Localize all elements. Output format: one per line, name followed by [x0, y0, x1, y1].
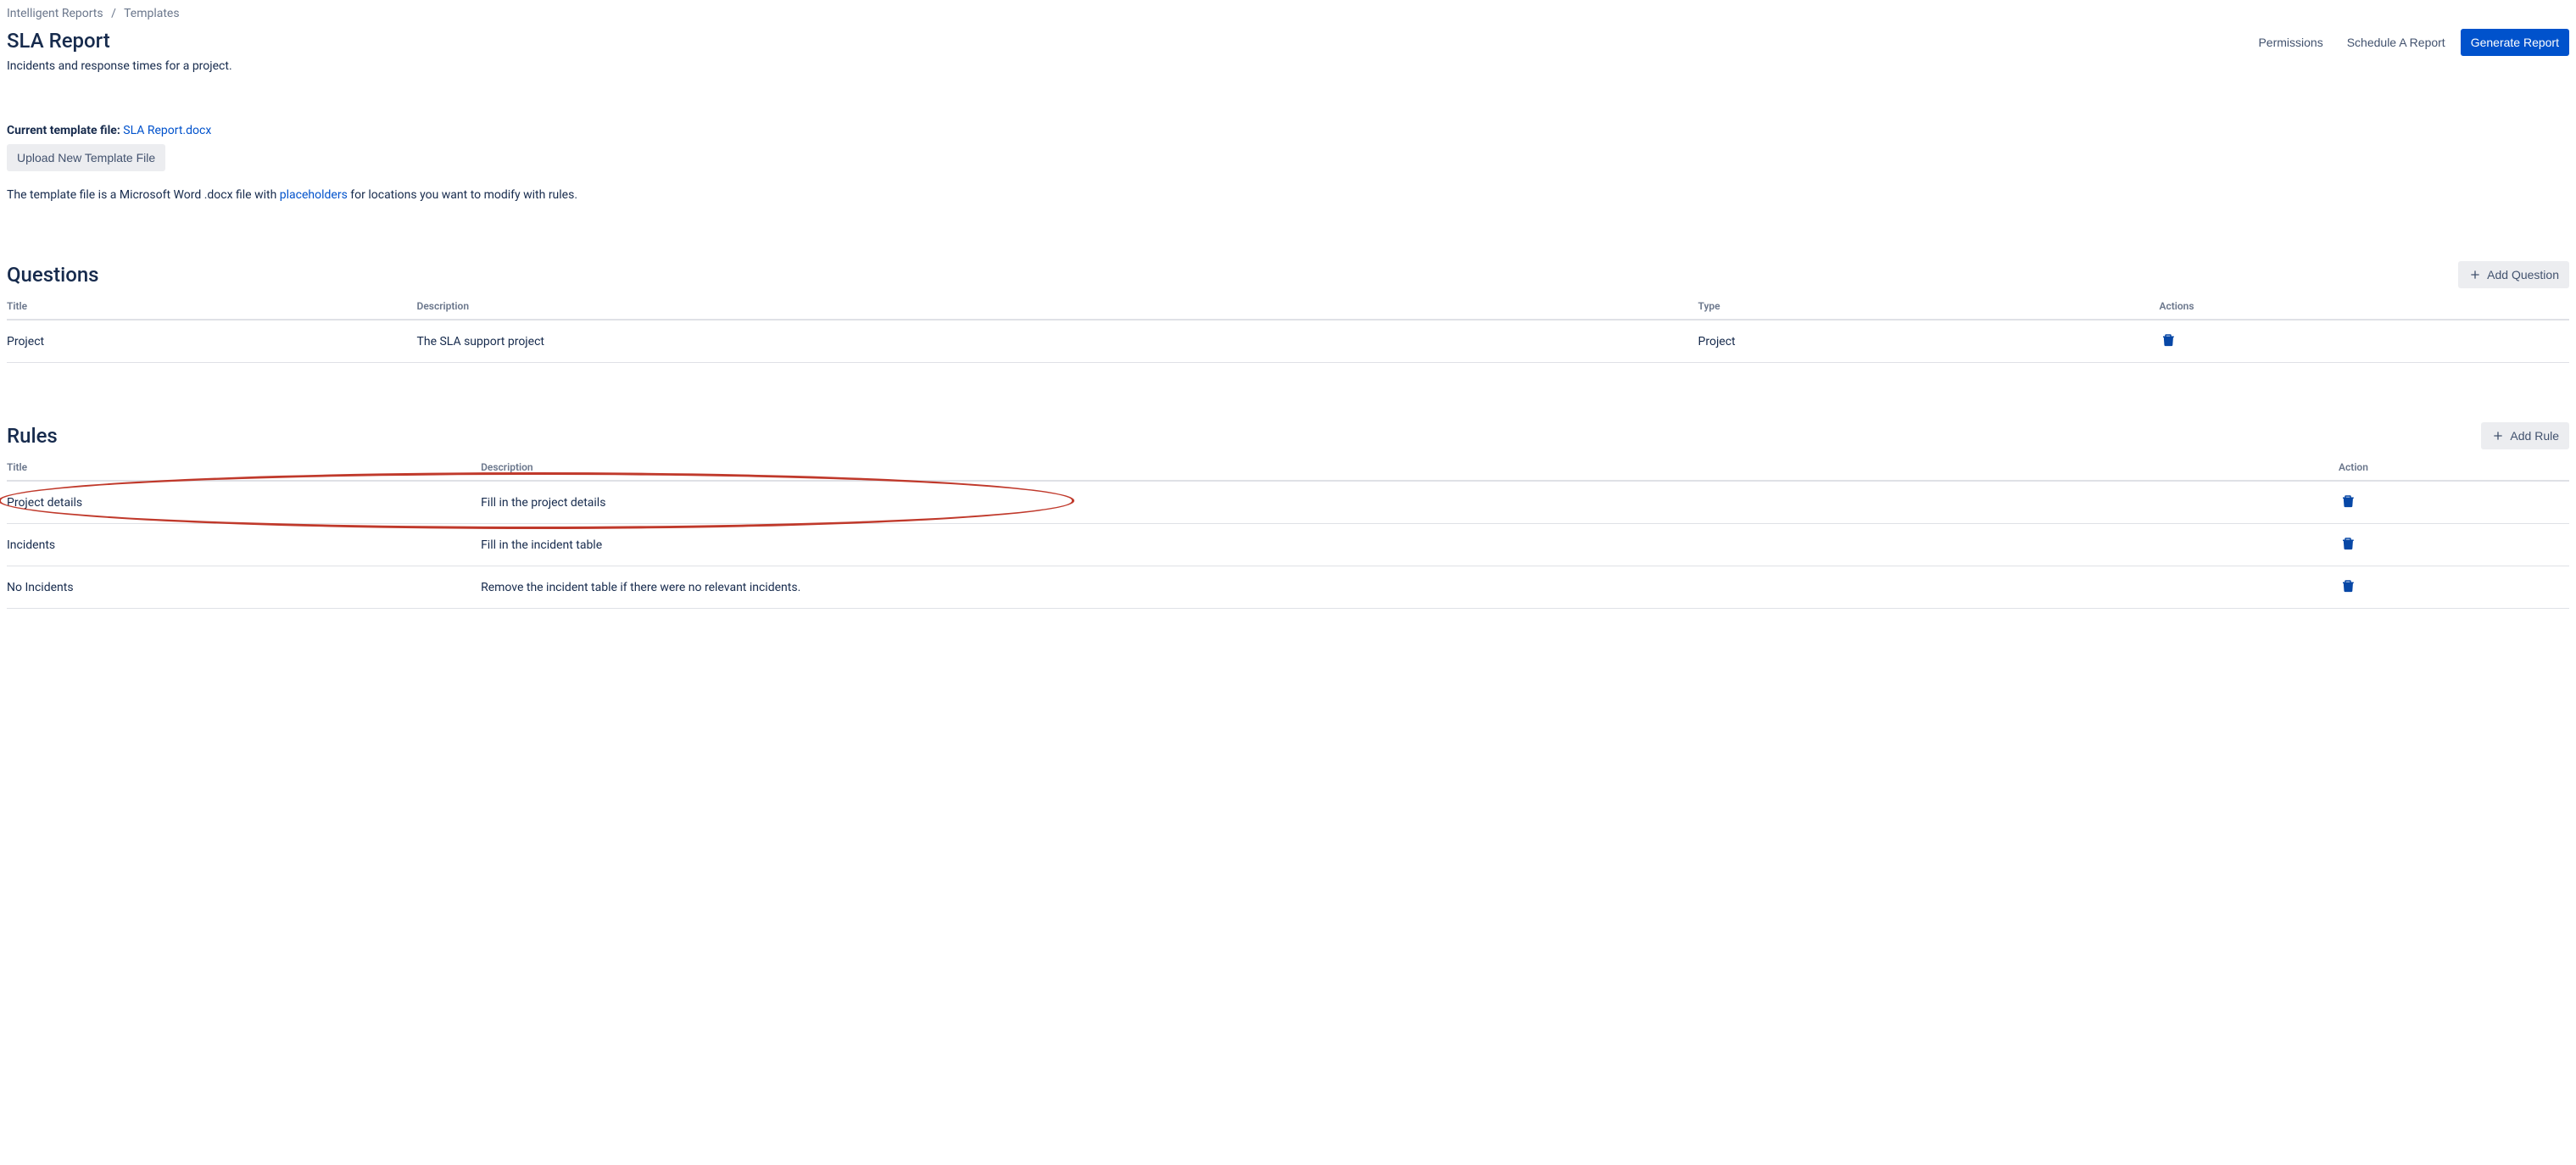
rule-description: Fill in the incident table — [481, 524, 2339, 566]
help-suffix: for locations you want to modify with ru… — [348, 188, 577, 202]
delete-rule-button[interactable] — [2339, 534, 2357, 555]
questions-title: Questions — [7, 263, 99, 287]
delete-rule-button[interactable] — [2339, 492, 2357, 513]
table-row[interactable]: IncidentsFill in the incident table — [7, 524, 2569, 566]
rule-title: Project details — [7, 481, 481, 524]
permissions-button[interactable]: Permissions — [2250, 29, 2331, 56]
trash-icon — [2340, 578, 2356, 596]
template-file-label: Current template file: — [7, 124, 120, 137]
questions-header-type: Type — [1698, 293, 2160, 320]
delete-question-button[interactable] — [2159, 331, 2177, 352]
page-title: SLA Report — [7, 29, 110, 53]
rule-title: No Incidents — [7, 566, 481, 609]
breadcrumb-separator: / — [111, 7, 116, 20]
add-question-label: Add Question — [2487, 268, 2559, 281]
template-help-text: The template file is a Microsoft Word .d… — [7, 188, 2569, 202]
breadcrumb: Intelligent Reports / Templates — [7, 7, 2569, 20]
trash-icon — [2340, 536, 2356, 554]
questions-table: Title Description Type Actions ProjectTh… — [7, 293, 2569, 363]
questions-section: Questions Add Question Title Description… — [7, 261, 2569, 363]
plus-icon — [2468, 268, 2482, 281]
rule-description: Fill in the project details — [481, 481, 2339, 524]
upload-template-button[interactable]: Upload New Template File — [7, 144, 165, 171]
rules-header-description: Description — [481, 454, 2339, 481]
questions-header-actions: Actions — [2159, 293, 2569, 320]
rules-table: Title Description Action Project details… — [7, 454, 2569, 609]
rule-title: Incidents — [7, 524, 481, 566]
rules-header-title: Title — [7, 454, 481, 481]
question-description: The SLA support project — [417, 320, 1698, 363]
template-file-link[interactable]: SLA Report.docx — [123, 124, 211, 137]
page-subtitle: Incidents and response times for a proje… — [7, 59, 2569, 73]
table-row[interactable]: Project detailsFill in the project detai… — [7, 481, 2569, 524]
rules-header-action: Action — [2339, 454, 2569, 481]
header-actions: Permissions Schedule A Report Generate R… — [2250, 29, 2569, 56]
question-title: Project — [7, 320, 417, 363]
table-row[interactable]: No IncidentsRemove the incident table if… — [7, 566, 2569, 609]
questions-header-description: Description — [417, 293, 1698, 320]
add-question-button[interactable]: Add Question — [2458, 261, 2569, 288]
schedule-report-button[interactable]: Schedule A Report — [2339, 29, 2454, 56]
add-rule-label: Add Rule — [2510, 429, 2559, 443]
rules-title: Rules — [7, 424, 58, 448]
add-rule-button[interactable]: Add Rule — [2481, 422, 2569, 449]
placeholders-link[interactable]: placeholders — [280, 188, 348, 202]
template-file-line: Current template file: SLA Report.docx — [7, 124, 2569, 137]
breadcrumb-root[interactable]: Intelligent Reports — [7, 7, 103, 20]
trash-icon — [2340, 493, 2356, 511]
rules-section: Rules Add Rule Title Description Action … — [7, 422, 2569, 609]
breadcrumb-current[interactable]: Templates — [124, 7, 180, 20]
trash-icon — [2161, 332, 2176, 350]
help-prefix: The template file is a Microsoft Word .d… — [7, 188, 280, 202]
rule-description: Remove the incident table if there were … — [481, 566, 2339, 609]
delete-rule-button[interactable] — [2339, 577, 2357, 598]
plus-icon — [2491, 429, 2505, 443]
questions-header-title: Title — [7, 293, 417, 320]
generate-report-button[interactable]: Generate Report — [2461, 29, 2569, 56]
question-type: Project — [1698, 320, 2160, 363]
table-row[interactable]: ProjectThe SLA support projectProject — [7, 320, 2569, 363]
